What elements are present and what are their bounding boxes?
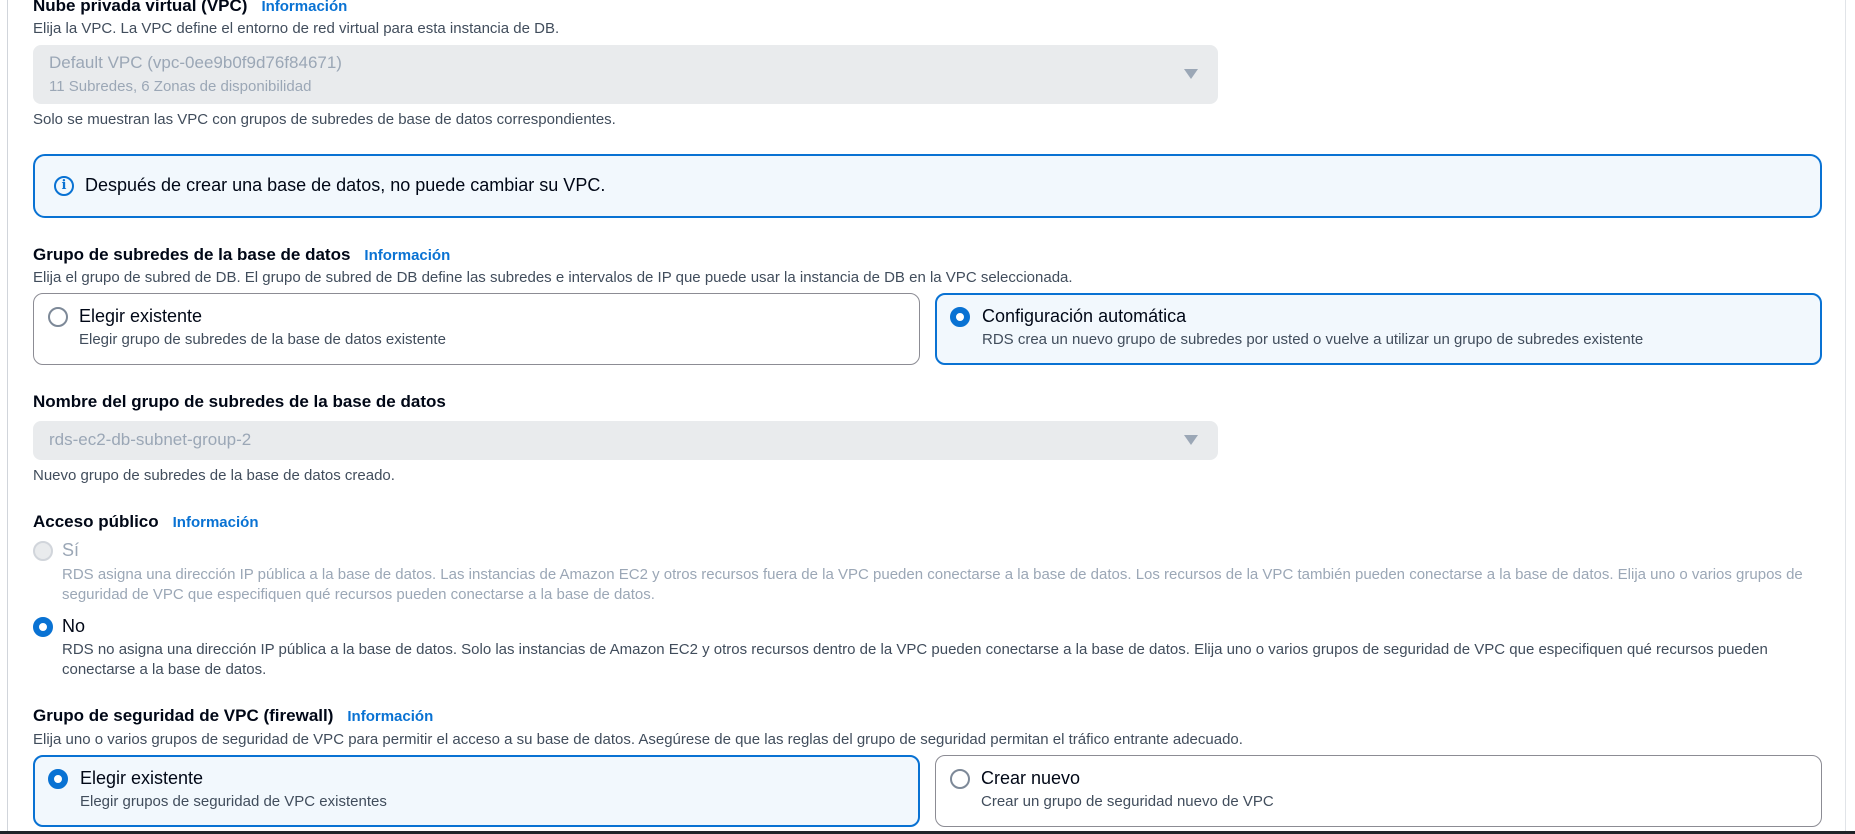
info-icon: i [54,176,74,196]
subnet-name-hint: Nuevo grupo de subredes de la base de da… [33,467,395,484]
radio-unchecked[interactable] [48,307,68,327]
subnet-option-auto-config[interactable]: Configuración automática RDS crea un nue… [935,293,1822,365]
public-access-yes-title: Sí [62,540,80,560]
caret-down-icon [1184,435,1198,445]
vpc-select[interactable]: Default VPC (vpc-0ee9b0f9d76f84671) 11 S… [33,45,1218,104]
left-frame-border [7,0,8,834]
security-option-choose-existing-desc: Elegir grupos de seguridad de VPC existe… [80,793,387,810]
vpc-select-value: Default VPC (vpc-0ee9b0f9d76f84671) [49,53,342,72]
subnet-option-auto-config-desc: RDS crea un nuevo grupo de subredes por … [982,331,1644,348]
caret-down-icon [1184,69,1198,79]
public-access-label: Acceso público [33,512,159,531]
public-access-label-row: Acceso público Información [33,512,258,532]
public-access-no-desc: RDS no asigna una dirección IP pública a… [62,641,1768,678]
public-access-info-link[interactable]: Información [173,514,259,531]
right-frame-border [1845,0,1855,834]
vpc-info-alert: i Después de crear una base de datos, no… [33,154,1822,218]
vpc-label: Nube privada virtual (VPC) [33,0,248,15]
radio-checked[interactable] [950,307,970,327]
subnet-group-label-row: Grupo de subredes de la base de datos Inf… [33,245,450,265]
security-group-info-link[interactable]: Información [347,708,433,725]
subnet-name-label: Nombre del grupo de subredes de la base … [33,392,446,411]
security-option-create-new-title: Crear nuevo [981,768,1081,788]
security-group-description: Elija uno o varios grupos de seguridad d… [33,731,1243,748]
vpc-alert-text: Después de crear una base de datos, no p… [85,175,606,195]
subnet-option-choose-existing-title: Elegir existente [79,306,203,326]
subnet-name-select-value: rds-ec2-db-subnet-group-2 [49,430,252,449]
security-group-label-row: Grupo de seguridad de VPC (firewall) Info… [33,706,433,726]
public-access-yes-desc: RDS asigna una dirección IP pública a la… [62,566,1803,603]
subnet-group-label: Grupo de subredes de la base de datos [33,245,351,264]
subnet-option-choose-existing-desc: Elegir grupo de subredes de la base de d… [79,331,446,348]
public-access-no-title: No [62,616,86,636]
security-option-create-new[interactable]: Crear nuevo Crear un grupo de seguridad … [935,755,1822,827]
subnet-option-choose-existing[interactable]: Elegir existente Elegir grupo de subrede… [33,293,920,365]
vpc-info-link[interactable]: Información [261,0,347,15]
radio-checked[interactable] [48,769,68,789]
subnet-option-auto-config-title: Configuración automática [982,306,1187,326]
subnet-group-info-link[interactable]: Información [364,247,450,264]
security-option-choose-existing-title: Elegir existente [80,768,204,788]
subnet-group-description: Elija el grupo de subred de DB. El grupo… [33,269,1073,286]
vpc-label-row: Nube privada virtual (VPC) Información [33,0,347,16]
subnet-name-select[interactable]: rds-ec2-db-subnet-group-2 [33,421,1218,460]
radio-unchecked[interactable] [950,769,970,789]
vpc-hint: Solo se muestran las VPC con grupos de s… [33,111,616,128]
security-option-choose-existing[interactable]: Elegir existente Elegir grupos de seguri… [33,755,920,827]
public-access-no-radio[interactable] [33,617,53,637]
vpc-select-subtext: 11 Subredes, 6 Zonas de disponibilidad [49,78,312,95]
security-group-label: Grupo de seguridad de VPC (firewall) [33,706,334,725]
public-access-yes-radio[interactable] [33,541,53,561]
security-option-create-new-desc: Crear un grupo de seguridad nuevo de VPC [981,793,1274,810]
vpc-description: Elija la VPC. La VPC define el entorno d… [33,20,560,37]
